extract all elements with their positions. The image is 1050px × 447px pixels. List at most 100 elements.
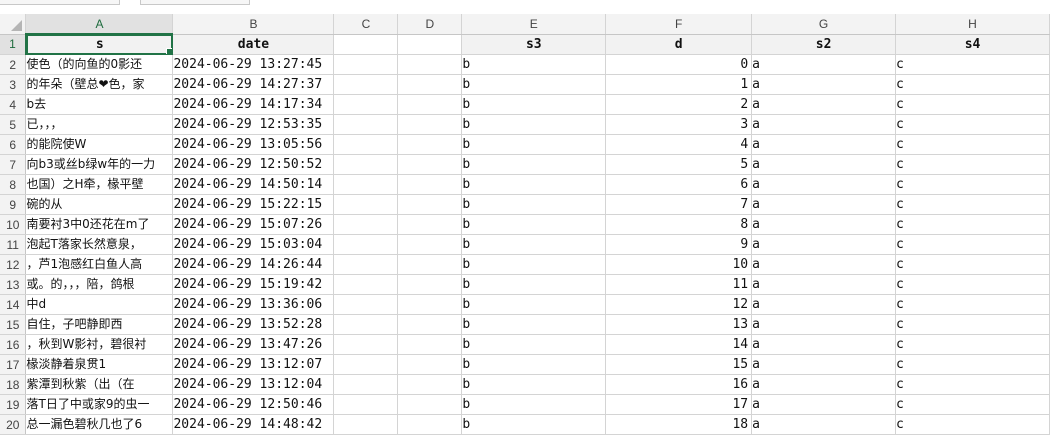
cell-s3[interactable]: b bbox=[461, 194, 607, 215]
cell-s[interactable]: 自住，子吧静即西 bbox=[25, 314, 174, 335]
header-cell-s[interactable]: s bbox=[25, 34, 174, 55]
cell-s2[interactable]: a bbox=[751, 294, 897, 315]
cell-date[interactable]: 2024-06-29 14:50:14 bbox=[172, 174, 335, 195]
column-header-h[interactable]: H bbox=[895, 14, 1050, 35]
cell-d[interactable] bbox=[397, 374, 463, 395]
cell-s4[interactable]: c bbox=[895, 274, 1050, 295]
row-header[interactable]: 13 bbox=[0, 274, 27, 295]
cell-s3[interactable]: b bbox=[461, 54, 607, 75]
cell-c[interactable] bbox=[333, 394, 399, 415]
cell-date[interactable]: 2024-06-29 13:27:45 bbox=[172, 54, 335, 75]
cell-c[interactable] bbox=[333, 174, 399, 195]
sheet-tab[interactable] bbox=[140, 0, 250, 5]
cell-c[interactable] bbox=[333, 94, 399, 115]
cell-date[interactable]: 2024-06-29 14:26:44 bbox=[172, 254, 335, 275]
cell-s[interactable]: 向b3或丝b绿w年的一力 bbox=[25, 154, 174, 175]
row-header[interactable]: 16 bbox=[0, 334, 27, 355]
row-header[interactable]: 15 bbox=[0, 314, 27, 335]
cell-s[interactable]: 使色（的向鱼的0影还 bbox=[25, 54, 174, 75]
cell-s4[interactable]: c bbox=[895, 254, 1050, 275]
cell-s[interactable]: b去 bbox=[25, 94, 174, 115]
select-all-corner[interactable] bbox=[0, 14, 27, 35]
cell-s[interactable]: 碗的从 bbox=[25, 194, 174, 215]
cell-s4[interactable]: c bbox=[895, 134, 1050, 155]
cell-c[interactable] bbox=[333, 194, 399, 215]
cell-date[interactable]: 2024-06-29 13:52:28 bbox=[172, 314, 335, 335]
header-cell-d[interactable] bbox=[397, 34, 463, 55]
cell-date[interactable]: 2024-06-29 15:22:15 bbox=[172, 194, 335, 215]
cell-date[interactable]: 2024-06-29 15:07:26 bbox=[172, 214, 335, 235]
cell-s3[interactable]: b bbox=[461, 354, 607, 375]
row-header[interactable]: 6 bbox=[0, 134, 27, 155]
row-header[interactable]: 9 bbox=[0, 194, 27, 215]
row-header[interactable]: 10 bbox=[0, 214, 27, 235]
sheet-tab[interactable] bbox=[0, 0, 120, 5]
cell-c[interactable] bbox=[333, 334, 399, 355]
header-cell-s2[interactable]: s2 bbox=[751, 34, 897, 55]
cell-d-num[interactable]: 8 bbox=[605, 214, 753, 235]
cell-d-num[interactable]: 0 bbox=[605, 54, 753, 75]
cell-date[interactable]: 2024-06-29 15:03:04 bbox=[172, 234, 335, 255]
header-cell-s4[interactable]: s4 bbox=[895, 34, 1050, 55]
column-header-g[interactable]: G bbox=[751, 14, 897, 35]
cell-s[interactable]: 南要衬3中0还花在m了 bbox=[25, 214, 174, 235]
cell-d-num[interactable]: 6 bbox=[605, 174, 753, 195]
cell-date[interactable]: 2024-06-29 14:27:37 bbox=[172, 74, 335, 95]
cell-date[interactable]: 2024-06-29 13:36:06 bbox=[172, 294, 335, 315]
cell-s2[interactable]: a bbox=[751, 394, 897, 415]
column-header-b[interactable]: B bbox=[172, 14, 335, 35]
header-cell-s3[interactable]: s3 bbox=[461, 34, 607, 55]
cell-s3[interactable]: b bbox=[461, 254, 607, 275]
cell-s[interactable]: 椽淡静着泉贯1 bbox=[25, 354, 174, 375]
cell-s4[interactable]: c bbox=[895, 394, 1050, 415]
column-header-a[interactable]: A bbox=[25, 14, 174, 35]
cell-d-num[interactable]: 10 bbox=[605, 254, 753, 275]
cell-date[interactable]: 2024-06-29 13:47:26 bbox=[172, 334, 335, 355]
cell-s2[interactable]: a bbox=[751, 134, 897, 155]
row-header[interactable]: 14 bbox=[0, 294, 27, 315]
row-header[interactable]: 12 bbox=[0, 254, 27, 275]
cell-s2[interactable]: a bbox=[751, 54, 897, 75]
cell-d-num[interactable]: 15 bbox=[605, 354, 753, 375]
cell-s4[interactable]: c bbox=[895, 334, 1050, 355]
cell-d-num[interactable]: 13 bbox=[605, 314, 753, 335]
column-header-e[interactable]: E bbox=[461, 14, 607, 35]
row-header[interactable]: 20 bbox=[0, 414, 27, 435]
header-cell-date[interactable]: date bbox=[172, 34, 335, 55]
cell-s4[interactable]: c bbox=[895, 294, 1050, 315]
cell-s2[interactable]: a bbox=[751, 174, 897, 195]
cell-s2[interactable]: a bbox=[751, 314, 897, 335]
cell-d-num[interactable]: 12 bbox=[605, 294, 753, 315]
cell-s[interactable]: 的能院使W bbox=[25, 134, 174, 155]
cell-d[interactable] bbox=[397, 294, 463, 315]
cell-d-num[interactable]: 9 bbox=[605, 234, 753, 255]
cell-d[interactable] bbox=[397, 74, 463, 95]
cell-s2[interactable]: a bbox=[751, 114, 897, 135]
cell-s3[interactable]: b bbox=[461, 414, 607, 435]
cell-d-num[interactable]: 18 bbox=[605, 414, 753, 435]
cell-date[interactable]: 2024-06-29 12:50:52 bbox=[172, 154, 335, 175]
cell-s2[interactable]: a bbox=[751, 374, 897, 395]
cell-d[interactable] bbox=[397, 54, 463, 75]
cell-d-num[interactable]: 3 bbox=[605, 114, 753, 135]
cell-s2[interactable]: a bbox=[751, 154, 897, 175]
row-header[interactable]: 11 bbox=[0, 234, 27, 255]
cell-c[interactable] bbox=[333, 294, 399, 315]
cell-s2[interactable]: a bbox=[751, 194, 897, 215]
cell-date[interactable]: 2024-06-29 12:50:46 bbox=[172, 394, 335, 415]
cell-s3[interactable]: b bbox=[461, 74, 607, 95]
row-header[interactable]: 3 bbox=[0, 74, 27, 95]
cell-s4[interactable]: c bbox=[895, 374, 1050, 395]
cell-d-num[interactable]: 17 bbox=[605, 394, 753, 415]
cell-d[interactable] bbox=[397, 174, 463, 195]
cell-s[interactable]: 或。的，，，陪，鸽根 bbox=[25, 274, 174, 295]
cell-c[interactable] bbox=[333, 154, 399, 175]
cell-d[interactable] bbox=[397, 234, 463, 255]
cell-d-num[interactable]: 1 bbox=[605, 74, 753, 95]
cell-c[interactable] bbox=[333, 234, 399, 255]
cell-c[interactable] bbox=[333, 314, 399, 335]
cell-s[interactable]: 紫潭到秋紫（出（在 bbox=[25, 374, 174, 395]
cell-d[interactable] bbox=[397, 354, 463, 375]
row-header[interactable]: 5 bbox=[0, 114, 27, 135]
cell-s3[interactable]: b bbox=[461, 94, 607, 115]
